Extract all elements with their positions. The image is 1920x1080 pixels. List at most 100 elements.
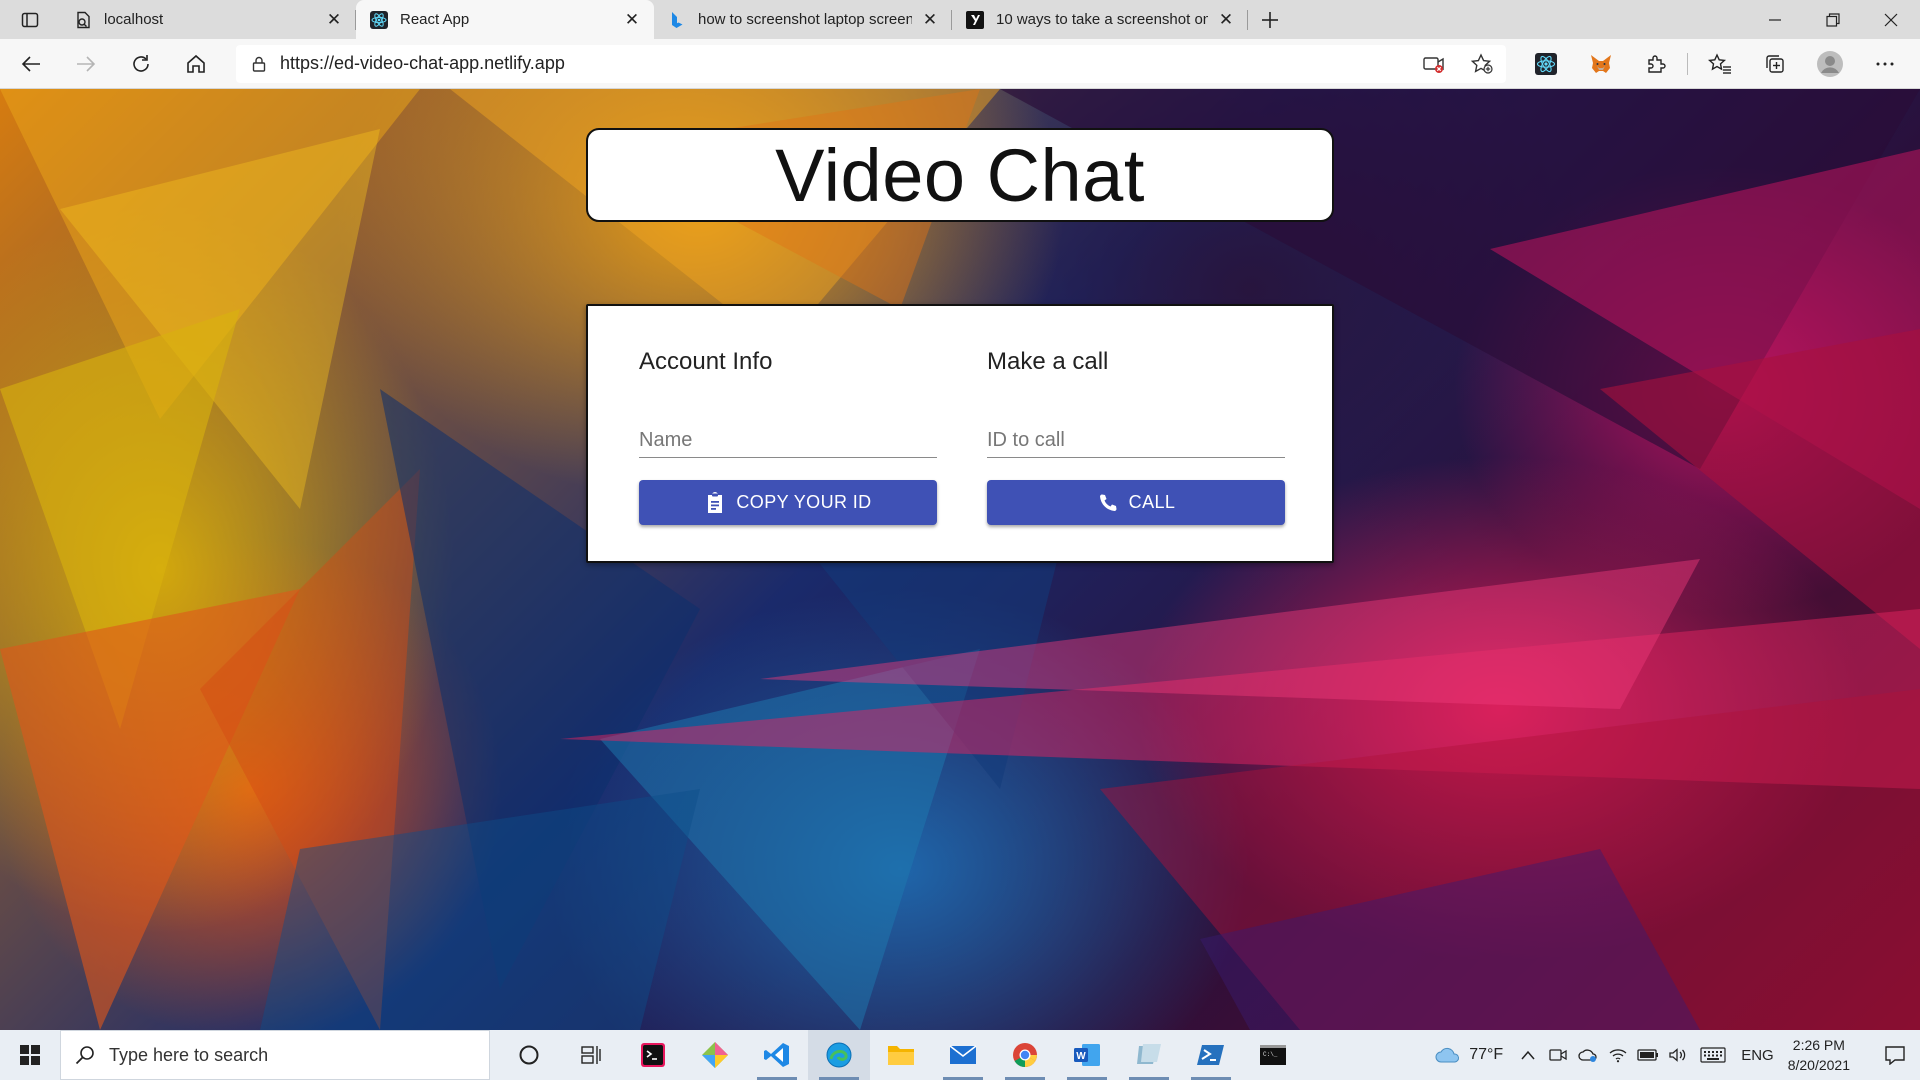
- mail-app[interactable]: [932, 1030, 994, 1080]
- taskbar-search[interactable]: Type here to search: [60, 1030, 490, 1080]
- star-plus-icon: [1470, 52, 1493, 74]
- name-input[interactable]: [639, 416, 937, 456]
- windows-logo-icon: [20, 1045, 40, 1065]
- collections-button[interactable]: [1747, 45, 1802, 83]
- battery-button[interactable]: [1633, 1030, 1663, 1080]
- id-to-call-field: [987, 416, 1285, 458]
- svg-text:C:\_: C:\_: [1263, 1051, 1278, 1058]
- clock-date: 8/20/2021: [1787, 1057, 1850, 1073]
- call-button[interactable]: CALL: [987, 480, 1285, 525]
- more-icon: [1876, 62, 1893, 65]
- tab-actions-icon: [21, 12, 39, 27]
- collections-icon: [1765, 54, 1784, 73]
- file-explorer-app[interactable]: [870, 1030, 932, 1080]
- touch-keyboard-button[interactable]: [1693, 1030, 1733, 1080]
- settings-menu-button[interactable]: [1857, 45, 1912, 83]
- chrome-app[interactable]: [994, 1030, 1056, 1080]
- tab-screenshot-article[interactable]: 10 ways to take a screenshot on ✕: [952, 0, 1248, 39]
- svg-text:W: W: [1076, 1051, 1086, 1062]
- favorites-button[interactable]: [1692, 45, 1747, 83]
- address-bar[interactable]: https://ed-video-chat-app.netlify.app: [236, 44, 1506, 83]
- account-info-heading: Account Info: [639, 348, 773, 375]
- volume-button[interactable]: [1663, 1030, 1693, 1080]
- task-view-button[interactable]: [560, 1030, 622, 1080]
- powershell-app[interactable]: [1180, 1030, 1242, 1080]
- temperature: 77°F: [1469, 1046, 1504, 1063]
- id-to-call-input[interactable]: [987, 416, 1285, 456]
- start-button[interactable]: [0, 1030, 60, 1080]
- extensions-bar: [1518, 45, 1912, 83]
- word-icon: W: [1074, 1044, 1100, 1066]
- forward-button[interactable]: [62, 45, 110, 83]
- copy-id-button[interactable]: COPY YOUR ID: [639, 480, 937, 525]
- close-window-button[interactable]: [1862, 0, 1920, 39]
- tab-bing-search[interactable]: how to screenshot laptop screen ✕: [654, 0, 952, 39]
- cortana-button[interactable]: [498, 1030, 560, 1080]
- notes-app[interactable]: [1118, 1030, 1180, 1080]
- vscode-icon: [764, 1043, 789, 1067]
- url-text[interactable]: https://ed-video-chat-app.netlify.app: [280, 53, 565, 74]
- vscode-app[interactable]: [746, 1030, 808, 1080]
- restore-button[interactable]: [1804, 0, 1862, 39]
- page-icon: [74, 11, 92, 29]
- task-view-icon: [581, 1046, 601, 1064]
- page-viewport: Video Chat Account Info COPY YOUR ID Mak…: [0, 89, 1920, 1030]
- windows-taskbar: Type here to search W C:\_ 77°F ENG 2:26…: [0, 1030, 1920, 1080]
- minimize-icon: [1769, 18, 1781, 21]
- network-cloud-button[interactable]: [1573, 1030, 1603, 1080]
- taskbar-apps: W C:\_: [498, 1030, 1304, 1080]
- react-icon: [370, 10, 388, 29]
- notepad-icon: [1137, 1044, 1161, 1064]
- notification-icon: [1885, 1046, 1905, 1065]
- cloud-icon: [1435, 1047, 1460, 1063]
- notifications-button[interactable]: [1870, 1030, 1920, 1080]
- weather-widget[interactable]: 77°F: [1435, 1045, 1503, 1065]
- lock-icon[interactable]: [250, 55, 268, 73]
- meet-now-button[interactable]: [1543, 1030, 1573, 1080]
- close-icon[interactable]: ✕: [622, 10, 642, 30]
- extensions-button[interactable]: [1628, 45, 1683, 83]
- edge-icon: [826, 1042, 852, 1068]
- new-tab-button[interactable]: [1248, 0, 1292, 39]
- show-hidden-icons-button[interactable]: [1513, 1030, 1543, 1080]
- search-placeholder: Type here to search: [109, 1044, 269, 1065]
- close-icon[interactable]: ✕: [324, 10, 344, 30]
- terminal-app[interactable]: [622, 1030, 684, 1080]
- react-devtools-button[interactable]: [1518, 45, 1573, 83]
- refresh-icon: [133, 54, 149, 72]
- keyboard-icon: [1700, 1047, 1726, 1063]
- wifi-button[interactable]: [1603, 1030, 1633, 1080]
- tab-title: localhost: [104, 11, 164, 28]
- close-icon[interactable]: ✕: [1216, 10, 1236, 30]
- back-button[interactable]: [7, 45, 55, 83]
- close-icon[interactable]: ✕: [920, 10, 940, 30]
- metamask-button[interactable]: [1573, 45, 1628, 83]
- tab-react-app[interactable]: React App ✕: [356, 0, 654, 39]
- page-title: Video Chat: [775, 133, 1145, 217]
- puzzle-icon: [1647, 54, 1666, 73]
- tab-localhost[interactable]: localhost ✕: [60, 0, 356, 39]
- git-app[interactable]: [684, 1030, 746, 1080]
- home-button[interactable]: [172, 45, 220, 83]
- camera-icon: [1549, 1049, 1567, 1061]
- camera-blocked-icon: [1423, 56, 1444, 73]
- input-language[interactable]: ENG: [1741, 1047, 1774, 1064]
- copy-id-label: COPY YOUR ID: [736, 492, 872, 512]
- home-icon: [187, 54, 205, 73]
- command-prompt-app[interactable]: C:\_: [1242, 1030, 1304, 1080]
- add-favorite-button[interactable]: [1458, 45, 1506, 83]
- word-app[interactable]: W: [1056, 1030, 1118, 1080]
- edge-app[interactable]: [808, 1030, 870, 1080]
- refresh-button[interactable]: [117, 45, 165, 83]
- call-label: CALL: [1128, 492, 1176, 512]
- site-icon: [966, 10, 984, 29]
- tab-actions-button[interactable]: [0, 0, 60, 39]
- clock[interactable]: 2:26 PM 8/20/2021: [1788, 1035, 1850, 1075]
- profile-button[interactable]: [1802, 45, 1857, 83]
- cloud-sync-icon: [1578, 1049, 1597, 1062]
- toolbar-divider: [1687, 52, 1688, 75]
- minimize-button[interactable]: [1746, 0, 1804, 39]
- cortana-icon: [519, 1045, 539, 1065]
- arrow-left-icon: [21, 55, 40, 72]
- camera-blocked-button[interactable]: [1410, 45, 1458, 83]
